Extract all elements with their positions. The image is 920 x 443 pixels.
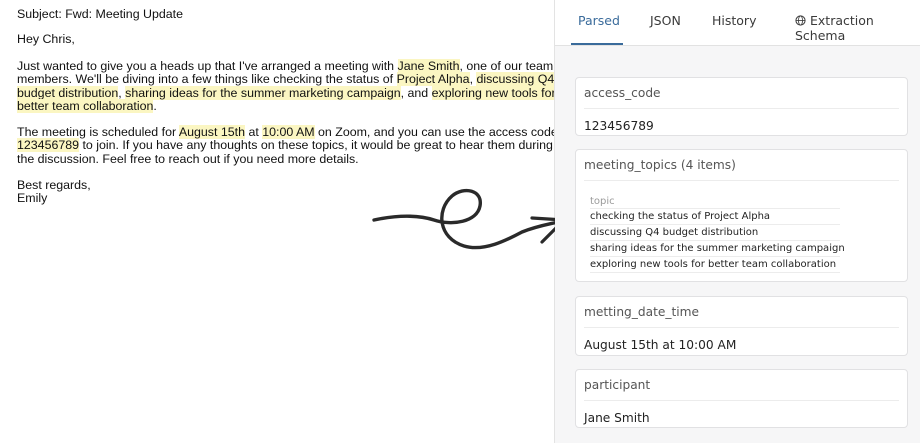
email-line: 123456789 to join. If you have any thoug… [17,138,553,153]
email-greeting: Hey Chris, [17,32,75,46]
email-line: members. We'll be diving into a few thin… [17,72,555,87]
email-line: the discussion. Feel free to reach out i… [17,151,359,166]
field-card-header: meeting_topics (4 items) [584,150,899,181]
field-value: 123456789 [584,119,654,133]
schema-globe-icon [795,15,806,26]
tab-json[interactable]: JSON [650,13,681,28]
email-line: better team collaboration. [17,98,157,113]
field-card-access-code: access_code 123456789 [575,77,908,136]
field-card-participant: participant Jane Smith [575,369,908,428]
highlight-topic: sharing ideas for the summer marketing c… [125,85,401,100]
topic-row: exploring new tools for better team coll… [590,257,840,273]
email-paragraph-2: The meeting is scheduled for August 15th… [17,125,558,166]
tab-bar: Parsed JSON History Extraction Schema [555,0,920,46]
field-value: Jane Smith [584,411,650,425]
field-value: August 15th at 10:00 AM [584,338,737,352]
highlight-topic: discussing Q4 [476,72,555,87]
field-label: participant [584,378,651,392]
field-card-meeting-date-time: metting_date_time August 15th at 10:00 A… [575,296,908,356]
tab-history[interactable]: History [712,13,756,28]
highlight-time: 10:00 AM [262,125,315,139]
email-line: budget distribution, sharing ideas for t… [17,85,556,100]
tab-parsed[interactable]: Parsed [578,13,620,28]
topic-row: sharing ideas for the summer marketing c… [590,241,845,257]
field-card-meeting-topics: meeting_topics (4 items) topic checking … [575,149,908,282]
topic-row: discussing Q4 budget distribution [590,225,840,241]
tab-extraction-schema[interactable]: Extraction Schema [795,13,920,43]
highlight-topic: budget distribution [17,85,119,100]
field-card-header: participant [584,370,899,401]
field-card-header: access_code [584,78,899,109]
arrow-icon [372,188,566,250]
highlight-topic: exploring new tools for [431,85,556,100]
email-line: The meeting is scheduled for August 15th… [17,125,558,139]
topic-row: checking the status of Project Alpha [590,209,840,225]
highlight-project: Project Alpha [396,72,470,87]
active-tab-indicator [571,43,623,45]
parsed-pane: Parsed JSON History Extraction Schema ac… [555,0,920,443]
highlight-date: August 15th [178,125,245,139]
topic-column-header: topic [590,195,840,209]
field-label: metting_date_time [584,305,699,319]
field-label: access_code [584,86,661,100]
email-line: Just wanted to give you a heads up that … [17,59,554,73]
field-label: meeting_topics (4 items) [584,158,736,172]
highlight-topic: better team collaboration [17,98,154,113]
highlight-participant: Jane Smith [397,59,460,73]
email-signature: Emily [17,191,48,205]
email-paragraph-1: Just wanted to give you a heads up that … [17,59,556,113]
field-card-header: metting_date_time [584,297,899,328]
topic-table: topic checking the status of Project Alp… [590,195,845,273]
email-subject: Subject: Fwd: Meeting Update [17,7,183,21]
highlight-access-code: 123456789 [17,138,80,153]
